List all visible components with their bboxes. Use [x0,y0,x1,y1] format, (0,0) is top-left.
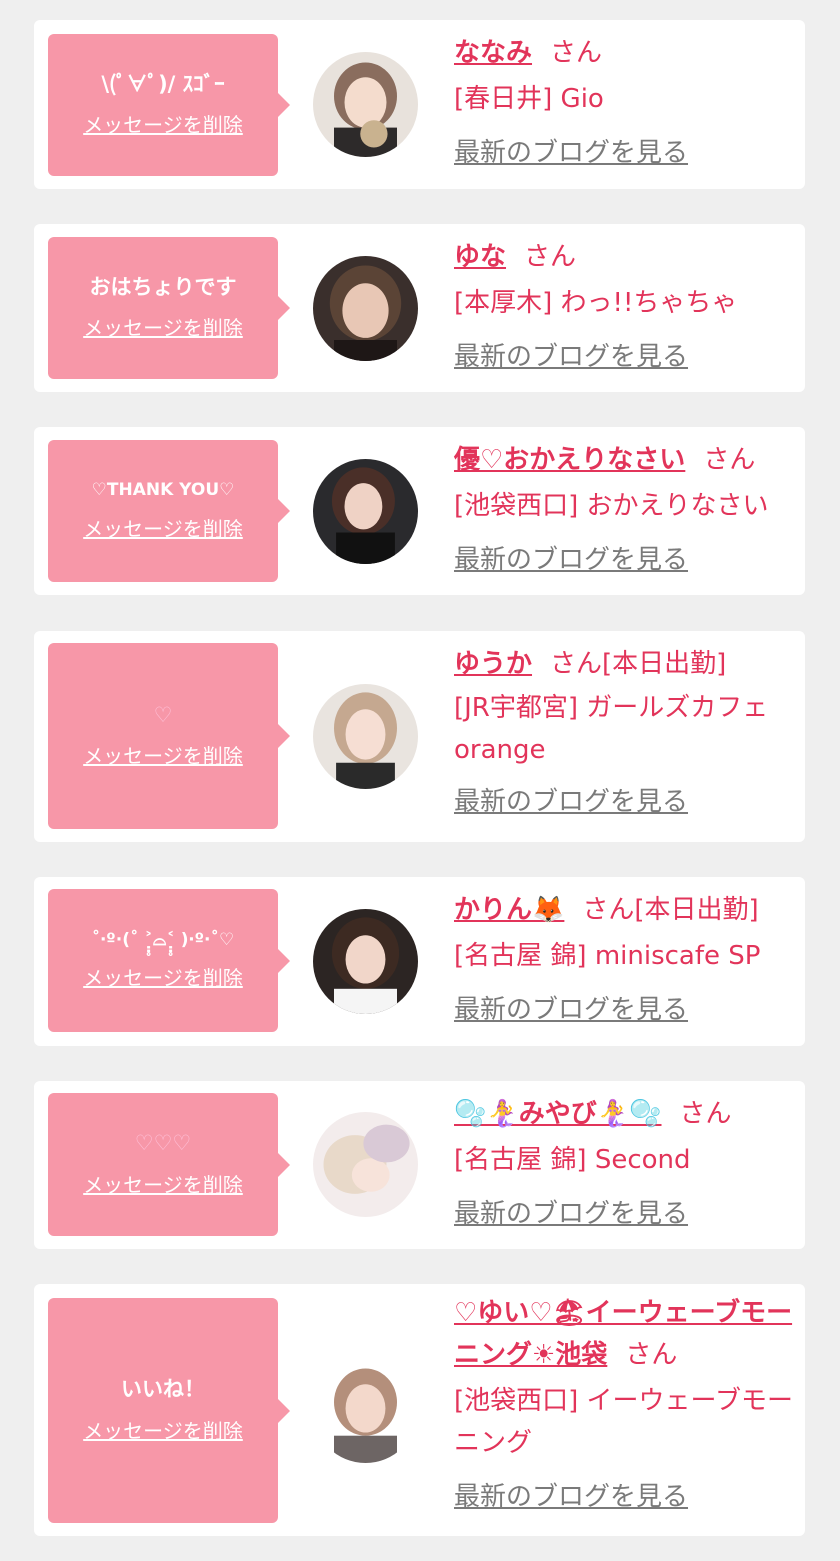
message-text: ˚‧º·(˚ ˃̣̣̥⌓˂̣̣̥ )‧º·˚♡ [91,929,235,950]
avatar[interactable] [313,52,418,157]
delete-message-link[interactable]: メッセージを削除 [83,740,243,769]
profile-info: ♡ゆい♡🏖イーウェーブモーニング☀池袋 さん [池袋西口] イーウェーブモーニング… [454,1292,794,1518]
latest-blog-link[interactable]: 最新のブログを見る [454,779,794,825]
profile-info: ゆうか さん[本日出勤] [JR宇都宮] ガールズカフェorange 最新のブログ… [454,641,794,825]
delete-message-link[interactable]: メッセージを削除 [83,962,243,991]
message-card: ˚‧º·(˚ ˃̣̣̥⌓˂̣̣̥ )‧º·˚♡ メッセージを削除 かりん🦊 さん[… [34,877,805,1046]
girl-name-link[interactable]: ゆな [454,242,506,272]
delete-message-link[interactable]: メッセージを削除 [83,109,243,138]
message-text: ♡ [153,702,173,727]
message-text: ♡♡♡ [134,1131,192,1156]
message-bubble: いいね！ メッセージを削除 [48,1298,290,1523]
girl-name-link[interactable]: 優♡おかえりなさい [454,445,685,475]
avatar[interactable] [313,909,418,1014]
message-bubble: ˚‧º·(˚ ˃̣̣̥⌓˂̣̣̥ )‧º·˚♡ メッセージを削除 [48,889,290,1032]
avatar[interactable] [313,1112,418,1217]
message-card: いいね！ メッセージを削除 ♡ゆい♡🏖イーウェーブモーニング☀池袋 さん [池袋西… [34,1284,805,1536]
girl-name-link[interactable]: かりん🦊 [454,895,564,925]
profile-info: かりん🦊 さん[本日出勤] [名古屋 錦] miniscafe SP 最新のブログ… [454,887,794,1033]
message-card: ♡ メッセージを削除 ゆうか さん[本日出勤] [JR宇都宮] ガールズカフェor… [34,631,805,842]
avatar[interactable] [313,684,418,789]
latest-blog-link[interactable]: 最新のブログを見る [454,1191,794,1237]
latest-blog-link[interactable]: 最新のブログを見る [454,130,794,176]
message-text: \(ﾟ∀ﾟ)/ ｽｺﾞｰ [101,71,225,96]
message-card: おはちょりです メッセージを削除 ゆな さん [本厚木] わっ!!ちゃちゃ 最新の… [34,224,805,392]
delete-message-link[interactable]: メッセージを削除 [83,1415,243,1444]
message-text: いいね！ [121,1377,205,1402]
girl-name-link[interactable]: 🫧🧜‍♀️みやび🧜‍♀️🫧 [454,1099,662,1129]
profile-info: ゆな さん [本厚木] わっ!!ちゃちゃ 最新のブログを見る [454,234,794,380]
message-card: ♡♡♡ メッセージを削除 🫧🧜‍♀️みやび🧜‍♀️🫧 さん [名古屋 錦] Sec… [34,1081,805,1249]
avatar[interactable] [313,1358,418,1463]
girl-name-link[interactable]: ゆうか [454,649,532,679]
message-bubble: ♡ メッセージを削除 [48,643,290,829]
message-text: おはちょりです [89,274,237,299]
message-bubble: おはちょりです メッセージを削除 [48,237,290,379]
name-suffix: さん [625,1340,678,1370]
name-suffix: さん [550,38,603,68]
message-card: ♡THANK YOU♡ メッセージを削除 優♡おかえりなさい さん [池袋西口] … [34,427,805,595]
delete-message-link[interactable]: メッセージを削除 [83,1169,243,1198]
message-card: \(ﾟ∀ﾟ)/ ｽｺﾞｰ メッセージを削除 ななみ さん [春日井] Gio 最新… [34,20,805,189]
shop-name: [本厚木] わっ!!ちゃちゃ [454,288,738,318]
shop-name: [池袋西口] イーウェーブモーニング [454,1386,793,1458]
latest-blog-link[interactable]: 最新のブログを見る [454,537,794,583]
name-suffix: さん [703,445,756,475]
delete-message-link[interactable]: メッセージを削除 [83,513,243,542]
message-bubble: \(ﾟ∀ﾟ)/ ｽｺﾞｰ メッセージを削除 [48,34,290,176]
message-bubble: ♡THANK YOU♡ メッセージを削除 [48,440,290,582]
delete-message-link[interactable]: メッセージを削除 [83,312,243,341]
profile-info: 優♡おかえりなさい さん [池袋西口] おかえりなさい 最新のブログを見る [454,437,794,583]
avatar[interactable] [313,459,418,564]
name-suffix: さん[本日出勤] [582,895,759,925]
name-suffix: さん[本日出勤] [550,649,727,679]
shop-name: [名古屋 錦] miniscafe SP [454,941,761,971]
shop-name: [春日井] Gio [454,84,604,114]
shop-name: [名古屋 錦] Second [454,1145,691,1175]
name-suffix: さん [524,242,577,272]
message-bubble: ♡♡♡ メッセージを削除 [48,1093,290,1236]
latest-blog-link[interactable]: 最新のブログを見る [454,334,794,380]
avatar[interactable] [313,256,418,361]
shop-name: [池袋西口] おかえりなさい [454,491,769,521]
profile-info: 🫧🧜‍♀️みやび🧜‍♀️🫧 さん [名古屋 錦] Second 最新のブログを見る [454,1091,794,1237]
name-suffix: さん [679,1099,732,1129]
girl-name-link[interactable]: ななみ [454,38,532,68]
girl-name-link[interactable]: ♡ゆい♡🏖イーウェーブモーニング☀池袋 [454,1298,792,1370]
latest-blog-link[interactable]: 最新のブログを見る [454,987,794,1033]
profile-info: ななみ さん [春日井] Gio 最新のブログを見る [454,30,794,176]
message-text: ♡THANK YOU♡ [91,480,235,501]
shop-name: [JR宇都宮] ガールズカフェorange [454,693,769,765]
latest-blog-link[interactable]: 最新のブログを見る [454,1476,794,1518]
